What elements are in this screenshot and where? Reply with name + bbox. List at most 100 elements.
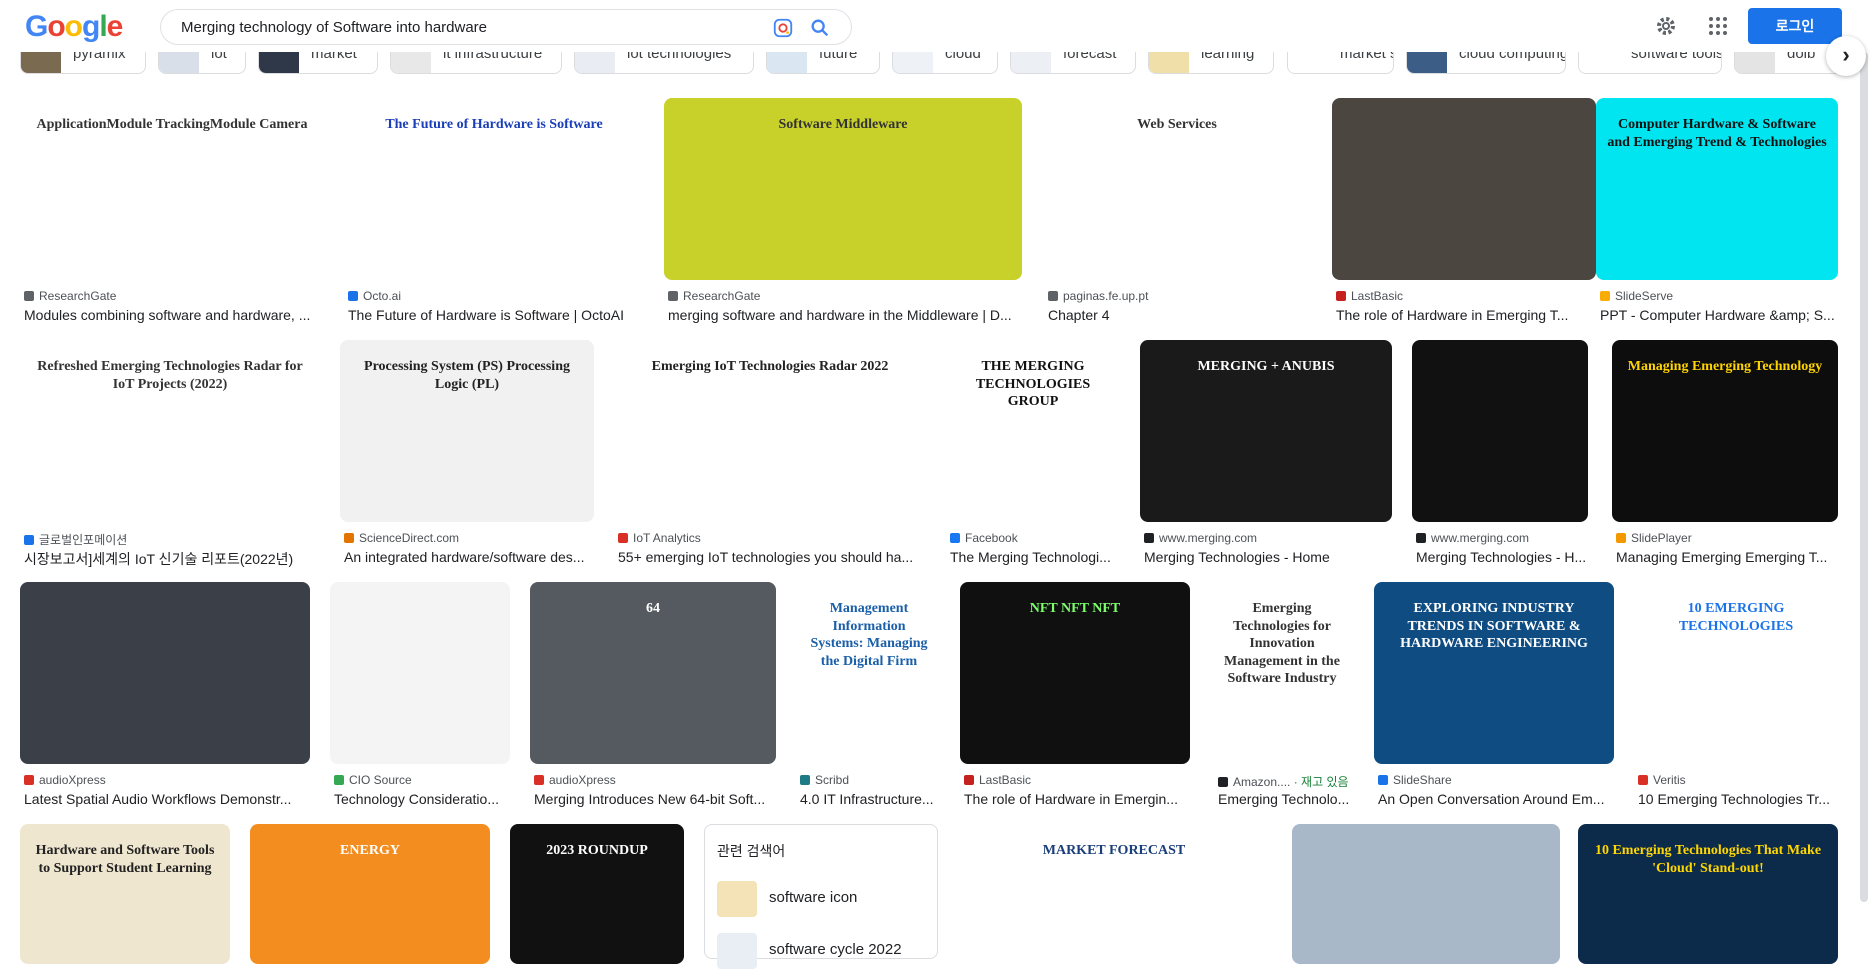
source-favicon-icon <box>24 775 34 785</box>
source-favicon-icon <box>1336 291 1346 301</box>
result-thumbnail[interactable]: THE MERGING TECHNOLOGIES GROUP <box>946 340 1120 522</box>
result-thumbnail[interactable]: 2023 ROUNDUP <box>510 824 684 964</box>
source-favicon-icon <box>348 291 358 301</box>
login-button[interactable]: 로그인 <box>1748 8 1842 44</box>
result-thumbnail[interactable]: 10 EMERGING TECHNOLOGIES <box>1634 582 1838 764</box>
result-title[interactable]: 55+ emerging IoT technologies you should… <box>618 549 926 565</box>
source-name: ScienceDirect.com <box>359 531 460 545</box>
apps-grid-icon[interactable] <box>1706 14 1730 38</box>
source-name: Scribd <box>815 773 850 787</box>
result-title[interactable]: The Merging Technologi... <box>950 549 1120 565</box>
result-thumbnail[interactable]: Software Middleware <box>664 98 1022 280</box>
google-logo[interactable]: Google <box>25 10 123 44</box>
source-favicon-icon <box>1638 775 1648 785</box>
result-thumbnail[interactable]: Web Services <box>1044 98 1310 280</box>
thumbnail-caption: Software Middleware <box>778 117 908 132</box>
result-title[interactable]: 시장보고서]세계의 IoT 신기술 리포트(2022년) <box>24 549 320 569</box>
result-title[interactable]: Latest Spatial Audio Workflows Demonstr.… <box>24 791 310 807</box>
search-input[interactable]: Merging technology of Software into hard… <box>181 19 487 36</box>
chevron-right-icon[interactable]: › <box>1826 36 1866 76</box>
result-title[interactable]: The role of Hardware in Emerging T... <box>1336 307 1596 323</box>
result-thumbnail[interactable]: Management Information Systems: Managing… <box>796 582 942 764</box>
related-search-item[interactable]: software icon <box>713 877 935 921</box>
source-favicon-icon <box>24 291 34 301</box>
result-thumbnail[interactable]: 10 Emerging Technologies That Make 'Clou… <box>1578 824 1838 964</box>
result-title[interactable]: 4.0 IT Infrastructure... <box>800 791 942 807</box>
thumbnail-caption: Processing System (PS) Processing Logic … <box>364 359 570 392</box>
result-title[interactable]: The role of Hardware in Emergin... <box>964 791 1190 807</box>
result-source: www.merging.com <box>1416 531 1588 545</box>
source-name: ResearchGate <box>683 289 761 303</box>
result-thumbnail[interactable]: 64 <box>530 582 776 764</box>
result-title[interactable]: Merging Technologies - H... <box>1416 549 1588 565</box>
result-thumbnail[interactable] <box>1332 98 1596 280</box>
gear-icon[interactable] <box>1654 14 1678 38</box>
result-thumbnail[interactable]: ENERGY <box>250 824 490 964</box>
logo-letter: o <box>47 10 65 43</box>
result-thumbnail[interactable]: MARKET FORECAST <box>958 824 1270 964</box>
result-source: SlideShare <box>1378 773 1614 787</box>
source-favicon-icon <box>24 535 34 545</box>
scrollbar[interactable] <box>1860 52 1868 902</box>
thumbnail-caption: MERGING + ANUBIS <box>1197 359 1335 374</box>
result-title[interactable]: Managing Emerging Emerging T... <box>1616 549 1838 565</box>
source-name: www.merging.com <box>1159 531 1258 545</box>
result-title[interactable]: Chapter 4 <box>1048 307 1310 323</box>
result-title[interactable]: Merging Technologies - Home <box>1144 549 1392 565</box>
result-thumbnail[interactable]: EXPLORING INDUSTRY TRENDS IN SOFTWARE & … <box>1374 582 1614 764</box>
result-thumbnail[interactable] <box>330 582 510 764</box>
logo-letter: G <box>25 10 48 43</box>
thumbnail-caption: 10 Emerging Technologies That Make 'Clou… <box>1594 843 1822 876</box>
result-title[interactable]: 10 Emerging Technologies Tr... <box>1638 791 1838 807</box>
result-thumbnail[interactable]: NFT NFT NFT <box>960 582 1190 764</box>
source-favicon-icon <box>618 533 628 543</box>
result-title[interactable]: merging software and hardware in the Mid… <box>668 307 1022 323</box>
source-name: Octo.ai <box>363 289 402 303</box>
result-title[interactable]: Technology Consideratio... <box>334 791 510 807</box>
thumbnail-caption: Emerging IoT Technologies Radar 2022 <box>651 359 889 374</box>
search-box[interactable]: Merging technology of Software into hard… <box>160 9 852 45</box>
thumbnail-caption: EXPLORING INDUSTRY TRENDS IN SOFTWARE & … <box>1400 601 1588 651</box>
result-thumbnail[interactable]: Computer Hardware & Software and Emergin… <box>1596 98 1838 280</box>
result-thumbnail[interactable]: Emerging Technologies for Innovation Man… <box>1214 582 1350 764</box>
result-title[interactable]: An Open Conversation Around Em... <box>1378 791 1614 807</box>
thumbnail-caption: 10 EMERGING TECHNOLOGIES <box>1678 601 1794 634</box>
result-thumbnail[interactable] <box>20 582 310 764</box>
result-source: audioXpress <box>534 773 776 787</box>
result-title[interactable]: Merging Introduces New 64-bit Soft... <box>534 791 776 807</box>
result-source: 글로벌인포메이션 <box>24 531 320 548</box>
result-title[interactable]: An integrated hardware/software des... <box>344 549 594 565</box>
result-source: LastBasic <box>1336 289 1596 303</box>
thumbnail-caption: MARKET FORECAST <box>1042 843 1186 858</box>
result-thumbnail[interactable]: Emerging IoT Technologies Radar 2022 <box>614 340 926 522</box>
related-search-item[interactable]: software cycle 2022 <box>713 929 935 973</box>
source-name: paginas.fe.up.pt <box>1063 289 1149 303</box>
related-searches-title: 관련 검색어 <box>717 843 786 859</box>
result-thumbnail[interactable]: MERGING + ANUBIS <box>1140 340 1392 522</box>
result-thumbnail[interactable] <box>1412 340 1588 522</box>
result-title[interactable]: The Future of Hardware is Software | Oct… <box>348 307 644 323</box>
result-thumbnail[interactable]: Hardware and Software Tools to Support S… <box>20 824 230 964</box>
result-thumbnail[interactable] <box>1292 824 1560 964</box>
stock-badge: · 재고 있음 <box>1290 775 1349 789</box>
source-name: IoT Analytics <box>633 531 701 545</box>
result-source: paginas.fe.up.pt <box>1048 289 1310 303</box>
source-name: www.merging.com <box>1431 531 1530 545</box>
result-thumbnail[interactable]: ApplicationModule TrackingModule Camera <box>20 98 324 280</box>
logo-letter: g <box>82 10 100 43</box>
source-favicon-icon <box>950 533 960 543</box>
google-lens-icon[interactable] <box>772 17 794 39</box>
thumbnail-caption: Computer Hardware & Software and Emergin… <box>1607 117 1827 150</box>
result-thumbnail[interactable]: Managing Emerging Technology <box>1612 340 1838 522</box>
source-name: audioXpress <box>549 773 616 787</box>
result-title[interactable]: Modules combining software and hardware,… <box>24 307 324 323</box>
result-thumbnail[interactable]: Processing System (PS) Processing Logic … <box>340 340 594 522</box>
result-thumbnail[interactable]: The Future of Hardware is Software <box>344 98 644 280</box>
result-title[interactable]: PPT - Computer Hardware &amp; S... <box>1600 307 1838 323</box>
result-title[interactable]: Emerging Technolo... <box>1218 791 1350 807</box>
thumbnail-caption: ENERGY <box>340 843 400 858</box>
source-favicon-icon <box>1048 291 1058 301</box>
result-thumbnail[interactable]: Refreshed Emerging Technologies Radar fo… <box>20 340 320 522</box>
search-icon[interactable] <box>809 17 831 39</box>
thumbnail-caption: Managing Emerging Technology <box>1627 359 1823 374</box>
